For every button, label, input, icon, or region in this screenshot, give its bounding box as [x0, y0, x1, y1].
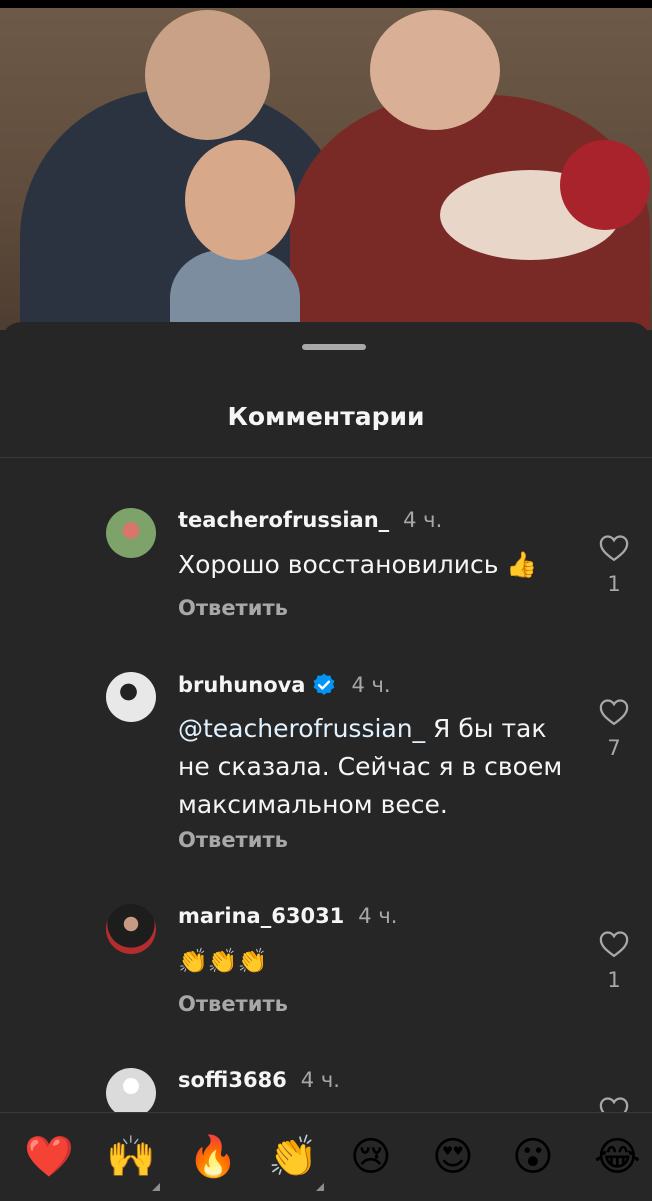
- avatar[interactable]: [106, 672, 156, 722]
- like-count: 7: [607, 736, 621, 760]
- comment-time: 4 ч.: [300, 1068, 340, 1092]
- mention-link[interactable]: @teacherofrussian_: [178, 714, 425, 743]
- reply-button[interactable]: Ответить: [178, 596, 288, 620]
- skin-tone-indicator-icon: [152, 1183, 160, 1191]
- emoji-clap-button[interactable]: 👏: [268, 1133, 318, 1181]
- verified-badge-icon: [314, 673, 335, 695]
- comment-item: soffi3686 4 ч.: [0, 1068, 652, 1112]
- avatar[interactable]: [106, 508, 156, 558]
- avatar[interactable]: [106, 1068, 156, 1112]
- comment-username[interactable]: soffi3686: [178, 1068, 287, 1092]
- default-avatar-icon: [123, 1078, 139, 1094]
- comment-username[interactable]: bruhunova: [178, 673, 305, 697]
- photo-figure-baby-hat: [560, 140, 650, 230]
- status-bar-strip: [0, 0, 652, 8]
- avatar[interactable]: [106, 904, 156, 954]
- heart-outline-icon[interactable]: [599, 534, 629, 562]
- like-control[interactable]: 7: [596, 698, 632, 760]
- emoji-laughing-button[interactable]: 😂: [594, 1133, 641, 1181]
- photo-figure-man-head: [145, 10, 270, 140]
- heart-outline-icon[interactable]: [599, 1096, 629, 1112]
- sheet-title: Комментарии: [227, 402, 425, 431]
- comment-time: 4 ч.: [358, 904, 398, 928]
- comment-username[interactable]: teacherofrussian_: [178, 508, 389, 532]
- comment-text: @teacherofrussian_ Я бы так не сказала. …: [178, 710, 578, 824]
- like-control[interactable]: [596, 1096, 632, 1112]
- comment-text: 👏👏👏: [178, 947, 268, 975]
- heart-outline-icon[interactable]: [599, 698, 629, 726]
- header-divider: [0, 457, 652, 458]
- emoji-surprised-button[interactable]: 😮: [512, 1133, 554, 1181]
- comment-time: 4 ч.: [403, 508, 443, 532]
- emoji-raised-hands-button[interactable]: 🙌: [106, 1133, 156, 1181]
- post-photo: [0, 0, 652, 330]
- like-control[interactable]: 1: [596, 930, 632, 992]
- photo-figure-woman-head: [370, 10, 500, 130]
- comment-text: Хорошо восстановились 👍: [178, 550, 538, 579]
- like-count: 1: [607, 968, 621, 992]
- emoji-heart-eyes-button[interactable]: 😍: [432, 1133, 474, 1181]
- emoji-fire-button[interactable]: 🔥: [188, 1133, 238, 1181]
- like-count: 1: [607, 572, 621, 596]
- photo-figure-boy-head: [185, 140, 295, 260]
- skin-tone-indicator-icon: [316, 1183, 324, 1191]
- heart-outline-icon[interactable]: [599, 930, 629, 958]
- emoji-crying-button[interactable]: 😢: [350, 1133, 392, 1181]
- reply-button[interactable]: Ответить: [178, 828, 288, 852]
- photo-figure-boy: [170, 250, 300, 330]
- comment-time: 4 ч.: [351, 673, 391, 697]
- drag-handle[interactable]: [302, 344, 366, 350]
- like-control[interactable]: 1: [596, 534, 632, 596]
- emoji-heart-button[interactable]: ❤️: [24, 1133, 74, 1181]
- emoji-reaction-bar: ❤️ 🙌 🔥 👏 😢 😍 😮 😂: [0, 1112, 652, 1201]
- reply-button[interactable]: Ответить: [178, 992, 288, 1016]
- comment-username[interactable]: marina_63031: [178, 904, 344, 928]
